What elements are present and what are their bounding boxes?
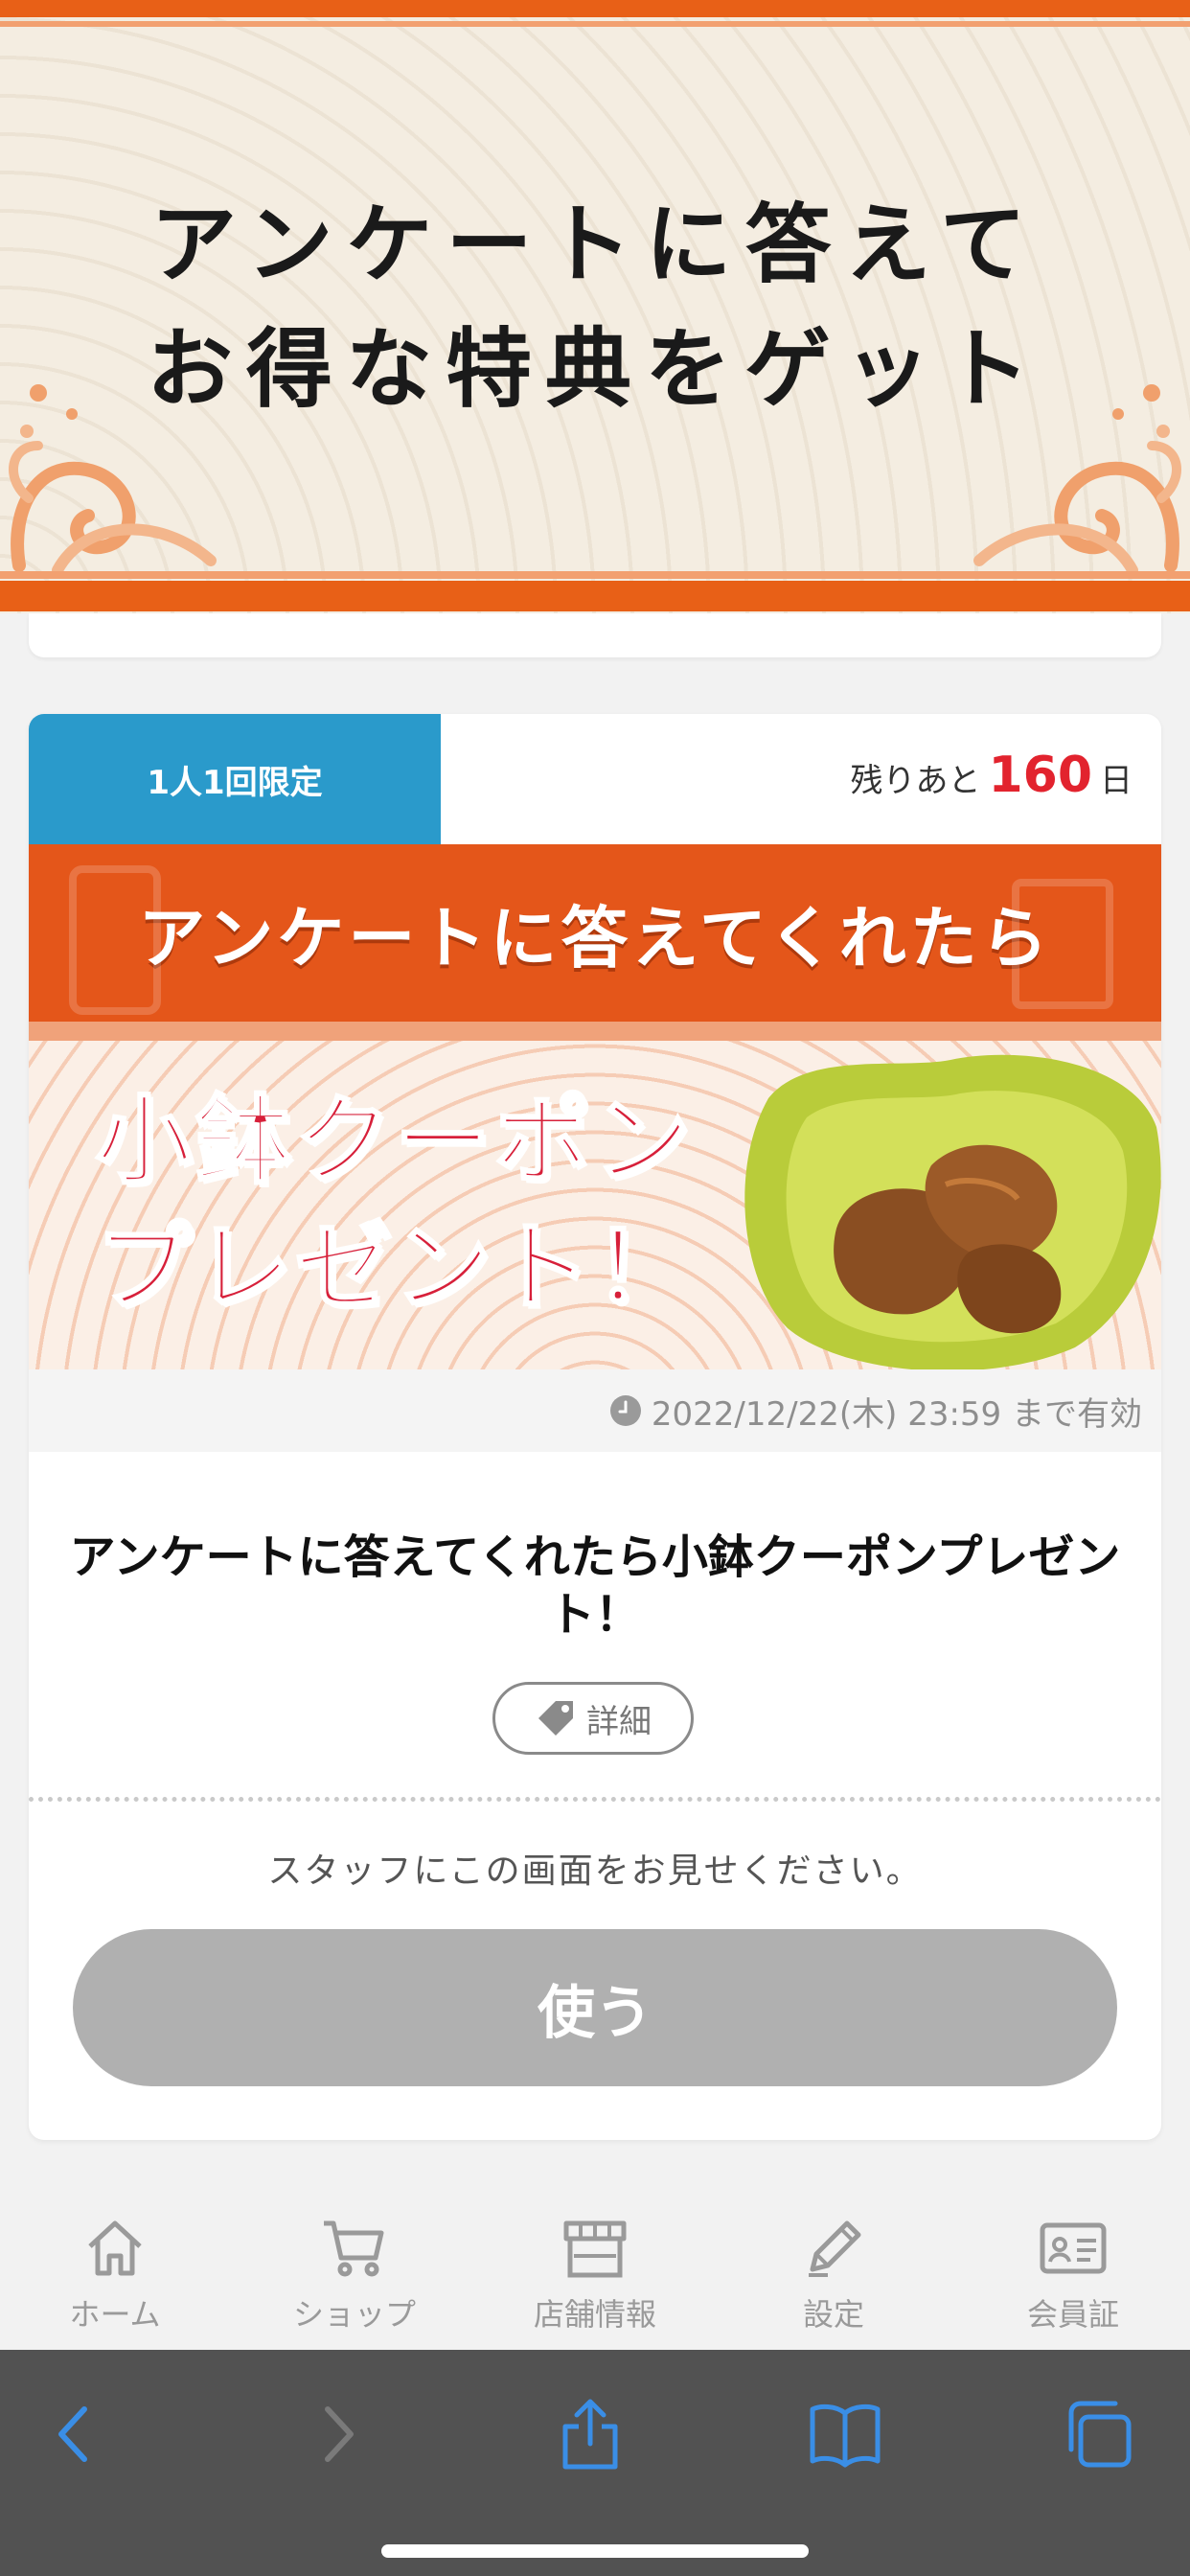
tag-icon: [538, 1701, 573, 1736]
banner-title-line1: アンケートに答えて: [150, 194, 1040, 295]
smartphone-icon: [69, 865, 161, 1015]
coupon-image: アンケートに答えてくれたら 小鉢クーポン プレゼント！: [29, 844, 1161, 1369]
clipboard-icon: [1012, 879, 1113, 1009]
home-icon: [88, 2220, 142, 2276]
back-icon[interactable]: [38, 2396, 115, 2472]
validity-row: 2022/12/22(木) 23:59 まで有効: [29, 1369, 1161, 1452]
header-banner: アンケートに答えて お得な特典をゲット: [0, 0, 1190, 613]
tab-store-info-label: 店舗情報: [533, 2296, 656, 2333]
pencil-icon: [809, 2220, 861, 2277]
previous-card: [29, 613, 1161, 657]
tab-member-card[interactable]: 会員証: [977, 2214, 1169, 2338]
remaining-suffix: 日: [1100, 762, 1133, 800]
staff-note: スタッフにこの画面をお見せください。: [267, 1852, 923, 1891]
tab-settings[interactable]: 設定: [738, 2214, 929, 2338]
forward-icon[interactable]: [297, 2396, 374, 2472]
tab-shop-label: ショップ: [292, 2296, 416, 2333]
banner-bottom-stripe: [0, 581, 1190, 611]
wave-ornament-icon: [9, 384, 217, 575]
coupon-image-divider: [29, 1022, 1161, 1041]
banner-bottom-stripe-light: [0, 571, 1190, 579]
coupon-image-main: 小鉢クーポン プレゼント！: [29, 1041, 1161, 1369]
home-indicator: [381, 2544, 809, 2558]
clock-icon: [609, 1395, 641, 1426]
tab-shop[interactable]: ショップ: [259, 2214, 450, 2338]
member-card-icon: [1040, 2222, 1107, 2274]
limit-badge: 1人1回限定: [29, 714, 441, 844]
banner-top-stripe-light: [0, 21, 1190, 27]
coupon-title: アンケートに答えてくれたら小鉢クーポンプレゼント！: [69, 1530, 1121, 1642]
tab-home[interactable]: ホーム: [19, 2214, 211, 2338]
validity-text: 2022/12/22(木) 23:59 まで有効: [651, 1394, 1142, 1434]
banner-top-stripe: [0, 0, 1190, 17]
detail-button[interactable]: 詳細: [492, 1682, 694, 1755]
coupon-image-header-text: アンケートに答えてくれたら: [138, 898, 1052, 978]
bookmarks-icon[interactable]: [807, 2396, 883, 2472]
browser-toolbar: [0, 2350, 1190, 2576]
coupon-image-main-text: 小鉢クーポン プレゼント！: [95, 1077, 694, 1330]
wave-ornament-icon: [973, 384, 1181, 575]
remaining-days-count: 160: [988, 747, 1092, 804]
tab-store-info[interactable]: 店舗情報: [499, 2214, 691, 2338]
kobachi-bowl-image: [744, 1054, 1161, 1369]
cart-icon: [324, 2220, 384, 2277]
dotted-divider: [29, 1797, 1161, 1802]
share-icon[interactable]: [552, 2396, 629, 2472]
coupon-card: 1人1回限定 残りあと 160 日 アンケートに答えてくれたら 小鉢クーポン プ…: [29, 714, 1161, 2140]
store-icon: [563, 2220, 627, 2278]
app-tab-bar: ホーム ショップ 店舗情報 設定 会員証: [0, 2175, 1190, 2350]
use-button[interactable]: 使う: [73, 1929, 1117, 2086]
tab-home-label: ホーム: [69, 2296, 161, 2333]
remaining-days: 残りあと 160 日: [850, 747, 1133, 804]
remaining-prefix: 残りあと: [850, 762, 981, 800]
tab-member-card-label: 会員証: [1026, 2296, 1119, 2333]
coupon-image-header: アンケートに答えてくれたら: [29, 844, 1161, 1022]
tabs-icon[interactable]: [1062, 2396, 1138, 2472]
coupon-image-main-line2: プレゼント！: [95, 1209, 694, 1325]
tab-settings-label: 設定: [802, 2296, 864, 2333]
coupon-image-main-line1: 小鉢クーポン: [95, 1083, 694, 1199]
detail-button-label: 詳細: [586, 1702, 652, 1741]
